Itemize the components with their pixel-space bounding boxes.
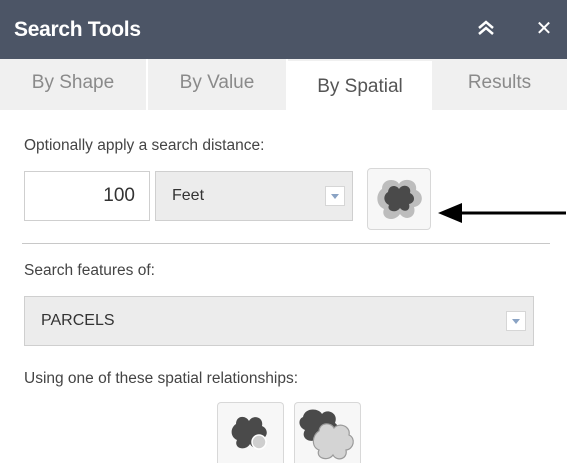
features-label: Search features of: xyxy=(24,262,155,279)
chevron-down-icon xyxy=(506,311,526,331)
distance-label: Optionally apply a search distance: xyxy=(24,137,265,154)
buffer-button[interactable] xyxy=(367,168,431,230)
tab-by-shape[interactable]: By Shape xyxy=(0,59,148,110)
contains-centroid-button[interactable] xyxy=(217,402,284,463)
distance-input[interactable] xyxy=(24,171,150,221)
tab-bar: By Shape By Value By Spatial Results xyxy=(0,59,567,110)
layer-select[interactable]: PARCELS xyxy=(24,296,534,346)
contains-centroid-icon xyxy=(231,416,267,450)
panel-header: Search Tools ✕ xyxy=(0,0,567,59)
pointer-arrow-icon xyxy=(438,203,566,223)
unit-select-value: Feet xyxy=(172,187,205,204)
unit-select[interactable]: Feet xyxy=(155,171,353,221)
buffer-shape-icon xyxy=(377,179,422,220)
panel-title: Search Tools xyxy=(14,18,141,41)
double-chevron-up-icon xyxy=(478,20,494,35)
close-icon: ✕ xyxy=(535,18,553,40)
close-button[interactable]: ✕ xyxy=(529,14,559,44)
layer-select-value: PARCELS xyxy=(41,312,115,329)
intersects-icon xyxy=(299,409,354,460)
chevron-down-icon xyxy=(325,186,345,206)
tab-by-spatial[interactable]: By Spatial xyxy=(288,61,432,110)
tab-results[interactable]: Results xyxy=(432,59,567,110)
collapse-button[interactable] xyxy=(471,14,501,44)
tab-by-value[interactable]: By Value xyxy=(148,59,288,110)
relationships-label: Using one of these spatial relationships… xyxy=(24,370,298,387)
intersects-button[interactable] xyxy=(294,402,361,463)
section-divider xyxy=(22,243,550,244)
